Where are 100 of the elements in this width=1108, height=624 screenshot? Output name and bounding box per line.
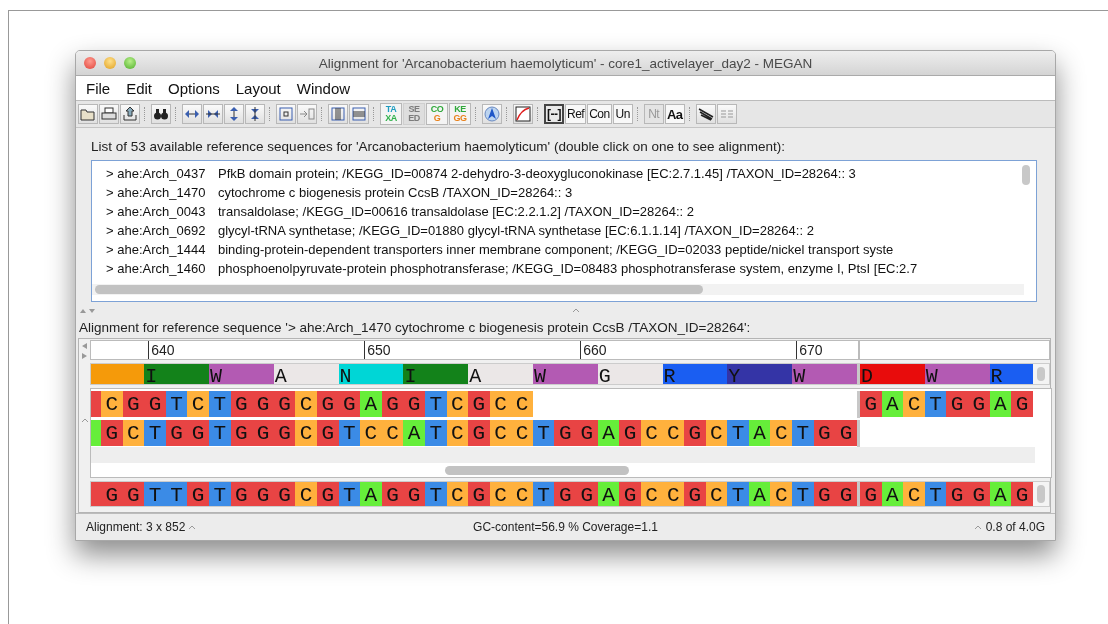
sequence-description[interactable]: glycyl-tRNA synthetase; /KEGG_ID=01880 glycyl-tRNA synthetase [EC:6.1.1.14] /TAXON_ID=28264:: 2 — [218, 222, 814, 238]
resize-grip-icon[interactable] — [81, 418, 88, 424]
base-cell: T — [532, 420, 555, 447]
base-cell: G — [381, 391, 404, 418]
base-cell: C — [511, 482, 533, 507]
base-cell: G — [576, 420, 598, 447]
database-label: SE — [408, 105, 420, 114]
base-cell: T — [924, 482, 947, 507]
resize-grip-icon[interactable] — [189, 524, 196, 530]
sequence-description[interactable]: cytochrome c biogenesis protein CcsB /TAXON_ID=28264:: 3 — [218, 184, 573, 200]
menu-item[interactable]: Layout — [227, 79, 289, 97]
scrollbar-thumb[interactable] — [1022, 164, 1030, 185]
sequence-description[interactable]: phosphoenolpyruvate-protein phosphotransferase; /KEGG_ID=08483 phosphotransferase system, enzyme I, PtsI [EC:2.7 — [218, 260, 918, 276]
expand-horizontal-icon[interactable] — [182, 104, 202, 124]
base-cell: T — [165, 482, 188, 507]
base-cell: G — [230, 420, 253, 447]
sequence-id[interactable]: > ahe:Arch_0437 — [106, 165, 218, 181]
base-cell: G — [187, 420, 209, 447]
base-cell: A — [597, 420, 620, 447]
sequence-id[interactable]: > ahe:Arch_1444 — [106, 241, 218, 257]
view-toggle[interactable]: Con — [587, 104, 612, 124]
sequence-id[interactable]: > ahe:Arch_1470 — [106, 184, 218, 200]
base-cell: C — [489, 391, 512, 418]
amino-acid-cell: I — [403, 364, 469, 385]
base-cell: G — [554, 482, 577, 507]
ruler-label: 650 — [364, 341, 391, 360]
sequence-description[interactable]: PfkB domain protein; /KEGG_ID=00874 2-dehydro-3-deoxygluconokinase [EC:2.7.1.45] /TAXON_ID=28264:: 3 — [218, 165, 856, 181]
view-toggle[interactable]: Ref — [565, 104, 587, 124]
amino-acid-cell: Y — [727, 364, 793, 385]
arrow-to-box-icon[interactable] — [297, 104, 317, 124]
close-button[interactable] — [84, 57, 96, 69]
base-cell: C — [770, 420, 792, 447]
minimize-button[interactable] — [104, 57, 116, 69]
scroll-arrows-icon[interactable] — [81, 342, 88, 361]
amino-acid-cell: R — [989, 364, 1033, 385]
sequence-description[interactable]: binding-protein-dependent transporters inner membrane component; /KEGG_ID=02033 peptide/nickel transport syste — [218, 241, 894, 257]
diagonal-lines-icon[interactable] — [695, 104, 716, 124]
fit-box-icon[interactable] — [276, 104, 296, 124]
sequence-id[interactable]: > ahe:Arch_1460 — [106, 260, 218, 276]
view-toggle[interactable]: [--] — [544, 104, 564, 124]
base-cell: T — [144, 420, 166, 447]
view-toggle[interactable]: Un — [612, 104, 633, 124]
base-cell: G — [252, 391, 274, 418]
base-cell: G — [316, 391, 339, 418]
base-cell: C — [662, 482, 685, 507]
base-cell: A — [748, 482, 771, 507]
menu-item[interactable]: File — [78, 79, 119, 97]
menu-item[interactable]: Window — [288, 79, 359, 97]
database-label: KE — [454, 105, 466, 114]
base-cell: C — [662, 420, 685, 447]
base-cell: C — [446, 391, 469, 418]
base-cell: T — [924, 391, 947, 418]
contract-vertical-icon[interactable] — [245, 104, 265, 124]
curve-chart-icon[interactable] — [513, 104, 533, 124]
base-cell: C — [511, 420, 533, 447]
expand-vertical-icon[interactable] — [224, 104, 244, 124]
zoom-button[interactable] — [124, 57, 136, 69]
scrollbar-thumb[interactable] — [1037, 485, 1045, 504]
base-cell: C — [489, 420, 512, 447]
columns-icon[interactable] — [328, 104, 348, 124]
base-cell: G — [813, 420, 836, 447]
export-icon[interactable] — [120, 104, 140, 124]
menu-item[interactable]: Edit — [118, 79, 161, 97]
folder-icon[interactable] — [78, 104, 98, 124]
base-cell: G — [338, 391, 361, 418]
base-cell: T — [424, 391, 447, 418]
base-cell: C — [295, 482, 317, 507]
base-cell: A — [403, 420, 425, 447]
base-cell: C — [640, 420, 663, 447]
memory-usage: 0.8 of 4.0G — [985, 520, 1045, 534]
alignment-heading: Alignment for reference sequence '> ahe:Arch_1470 cytochrome c biogenesis protein CcsB /TAXON_ID=28264': — [79, 319, 751, 335]
sequence-id[interactable]: > ahe:Arch_0692 — [106, 222, 218, 238]
print-icon[interactable] — [99, 104, 119, 124]
binoculars-icon[interactable] — [151, 104, 171, 124]
base-cell: C — [360, 420, 382, 447]
resize-grip-icon[interactable] — [573, 308, 579, 314]
splitter-arrows-icon[interactable] — [80, 306, 96, 315]
contract-horizontal-icon[interactable] — [203, 104, 223, 124]
amino-acid-cell: W — [792, 364, 857, 385]
base-cell: C — [295, 391, 317, 418]
base-cell: T — [338, 420, 361, 447]
navigation-icon[interactable] — [482, 104, 502, 124]
menu-item[interactable]: Options — [160, 79, 228, 97]
scrollbar-thumb[interactable] — [95, 284, 703, 294]
ruler-label: 670 — [796, 341, 823, 360]
scrollbar-thumb[interactable] — [445, 466, 629, 476]
scrollbar-thumb[interactable] — [1037, 367, 1045, 382]
base-cell: A — [881, 482, 904, 507]
base-cell: G — [230, 391, 253, 418]
base-cell: G — [468, 420, 490, 447]
base-cell: G — [252, 420, 274, 447]
sequence-id[interactable]: > ahe:Arch_0043 — [106, 203, 218, 219]
base-cell: C — [705, 482, 728, 507]
rows-icon[interactable] — [349, 104, 369, 124]
resize-grip-icon[interactable] — [974, 524, 981, 530]
sequence-type-toggle[interactable]: Aa — [664, 104, 685, 124]
base-cell: T — [792, 420, 814, 447]
sequence-description[interactable]: transaldolase; /KEGG_ID=00616 transaldolase [EC:2.2.1.2] /TAXON_ID=28264:: 2 — [218, 203, 694, 219]
status-text: GC-content=56.9 % Coverage=1.1 — [473, 520, 658, 534]
base-cell: G — [619, 420, 641, 447]
